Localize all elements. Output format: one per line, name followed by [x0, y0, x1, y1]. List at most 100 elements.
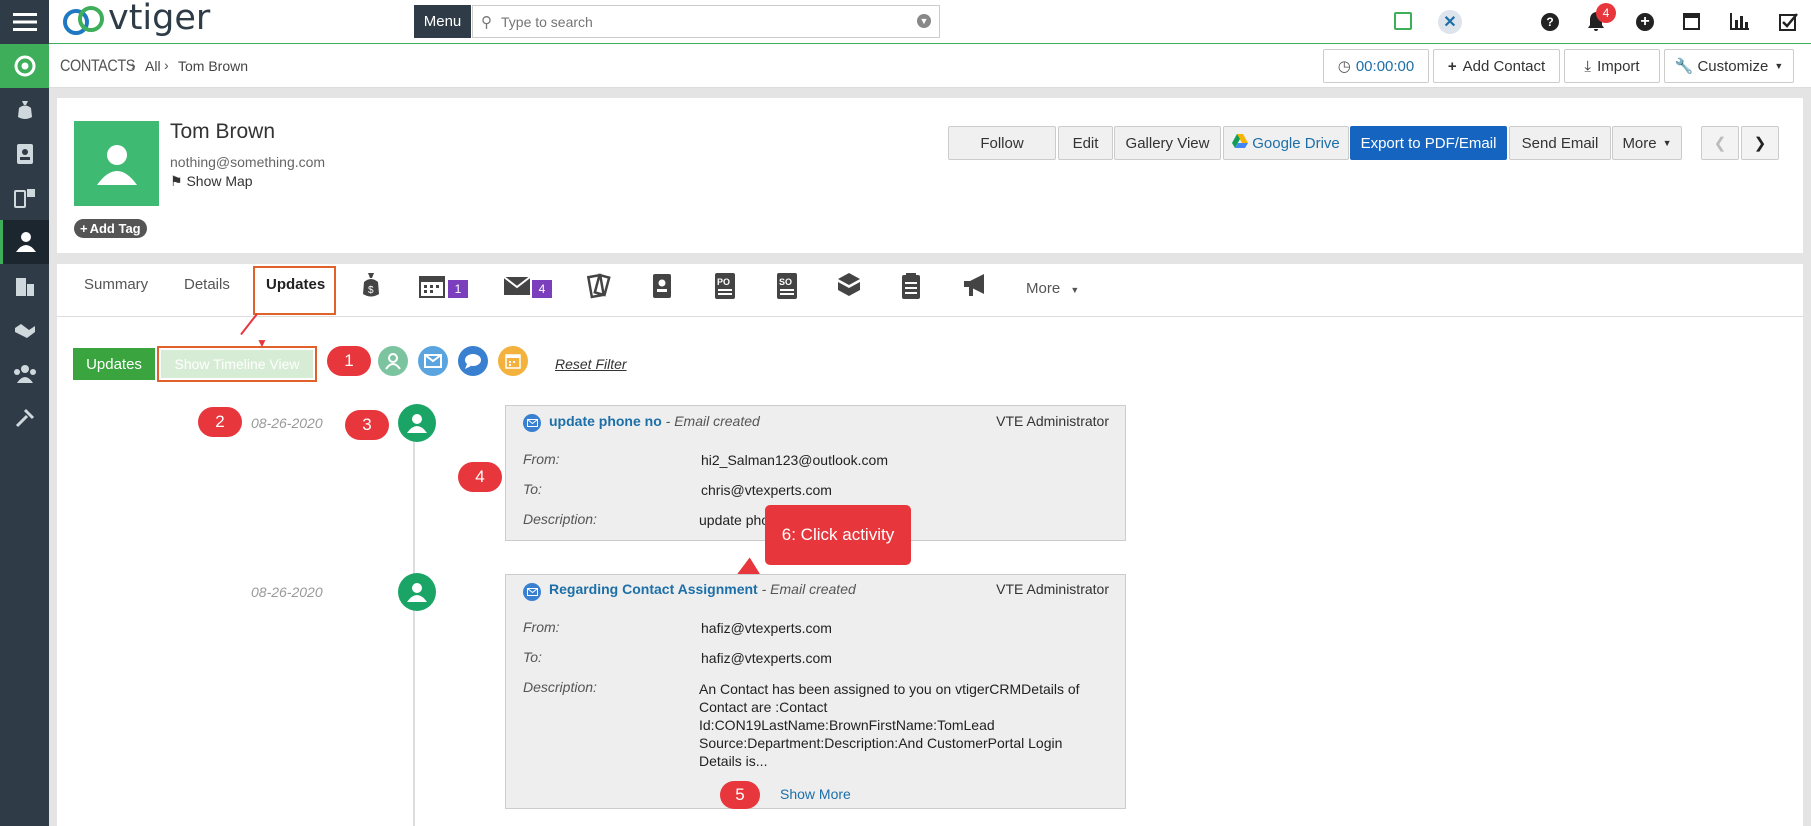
- global-search-box[interactable]: ⚲ ▼: [472, 5, 940, 38]
- clock-icon: ◷: [1337, 58, 1351, 75]
- annotation-marker-1: 1: [327, 346, 371, 376]
- tab-sales-orders-icon[interactable]: SO: [776, 272, 798, 305]
- caret-down-icon: ▼: [1070, 285, 1080, 295]
- plus-icon: +: [80, 221, 88, 236]
- filter-email-icon[interactable]: [418, 346, 448, 376]
- calendar-count-badge: 1: [448, 280, 468, 298]
- description-label: Description:: [523, 511, 597, 527]
- add-contact-button[interactable]: + Add Contact: [1433, 49, 1560, 83]
- help-icon[interactable]: ?: [1541, 13, 1559, 31]
- tab-tickets-icon[interactable]: [586, 273, 611, 304]
- tab-details[interactable]: Details: [184, 276, 230, 293]
- app-logo-text: vtiger: [108, 0, 211, 38]
- search-input[interactable]: [501, 10, 901, 34]
- annotation-marker-2: 2: [198, 407, 242, 437]
- app-sidebar: [0, 0, 49, 826]
- search-options-icon[interactable]: ▼: [917, 14, 931, 28]
- tab-opportunities-icon[interactable]: $: [361, 272, 381, 303]
- tab-summary[interactable]: Summary: [84, 276, 148, 293]
- description-value: update pho: [699, 512, 770, 528]
- breadcrumb-separator-icon: ›: [131, 57, 136, 73]
- x-app-icon[interactable]: ✕: [1438, 10, 1462, 34]
- filter-contact-icon[interactable]: [378, 346, 408, 376]
- breadcrumb-all[interactable]: All: [145, 58, 161, 74]
- export-pdf-email-button[interactable]: Export to PDF/Email: [1350, 126, 1507, 160]
- person-icon[interactable]: [0, 220, 49, 264]
- from-label: From:: [523, 619, 560, 635]
- arrow-head-icon: ▼: [256, 336, 268, 350]
- add-tag-button[interactable]: + Add Tag: [74, 219, 147, 238]
- show-map-link[interactable]: ⚑ Show Map: [170, 173, 253, 190]
- contacts-book-icon[interactable]: [0, 132, 49, 176]
- import-button[interactable]: ⤓ Import: [1564, 49, 1660, 83]
- hamburger-menu-icon[interactable]: [0, 0, 49, 44]
- team-icon[interactable]: [0, 352, 49, 396]
- tab-campaigns-icon[interactable]: [962, 272, 990, 303]
- annotation-marker-3: 3: [345, 410, 389, 440]
- tab-documents-icon[interactable]: [901, 272, 921, 305]
- activity-title-link[interactable]: update phone no: [549, 413, 662, 429]
- download-icon: ⤓: [1584, 57, 1592, 75]
- from-value: hi2_Salman123@outlook.com: [701, 452, 888, 468]
- previous-record-icon[interactable]: ❮: [1701, 126, 1739, 160]
- follow-button[interactable]: Follow: [948, 126, 1056, 160]
- activity-title-link[interactable]: Regarding Contact Assignment: [549, 581, 758, 597]
- calendar-icon[interactable]: [1683, 13, 1700, 30]
- timeline-line: [413, 425, 415, 826]
- tab-more-button[interactable]: More ▼: [1026, 280, 1079, 297]
- tab-calendar-icon[interactable]: [419, 274, 445, 303]
- tab-contacts-book-icon[interactable]: [652, 273, 672, 304]
- tab-products-icon[interactable]: [836, 272, 862, 303]
- more-actions-button[interactable]: More ▼: [1612, 126, 1682, 160]
- edit-button[interactable]: Edit: [1058, 126, 1113, 160]
- tools-icon[interactable]: [0, 396, 49, 440]
- menu-button[interactable]: Menu: [414, 5, 471, 38]
- show-timeline-view-button[interactable]: Show Timeline View: [161, 350, 313, 378]
- updates-view-button[interactable]: Updates: [73, 348, 155, 380]
- svg-text:$: $: [368, 285, 374, 296]
- annotation-marker-5: 5: [720, 781, 760, 809]
- show-more-link[interactable]: Show More: [780, 786, 851, 802]
- description-label: Description:: [523, 679, 597, 695]
- svg-text:PO: PO: [717, 277, 730, 287]
- to-label: To:: [523, 481, 542, 497]
- tab-purchase-orders-icon[interactable]: PO: [714, 272, 736, 305]
- send-email-button[interactable]: Send Email: [1509, 126, 1611, 160]
- quick-create-icon[interactable]: +: [1636, 13, 1654, 31]
- building-icon[interactable]: [0, 264, 49, 308]
- search-icon: ⚲: [481, 14, 492, 31]
- tab-updates[interactable]: Updates: [266, 276, 325, 293]
- activity-owner: VTE Administrator: [996, 581, 1109, 597]
- notification-count-badge: 4: [1596, 3, 1616, 23]
- tab-emails-icon[interactable]: [503, 276, 531, 301]
- google-drive-icon: [1232, 134, 1249, 152]
- tabs-divider: [57, 316, 1803, 317]
- customize-button[interactable]: 🔧 Customize ▼: [1664, 49, 1794, 83]
- timeline-activity-card[interactable]: Regarding Contact Assignment - Email cre…: [505, 574, 1126, 809]
- breadcrumb-separator-icon: ›: [164, 57, 169, 73]
- record-header-panel: [57, 98, 1803, 253]
- gallery-view-button[interactable]: Gallery View: [1114, 126, 1221, 160]
- to-value: chris@vtexperts.com: [701, 482, 832, 498]
- module-breadcrumb[interactable]: CONTACTS: [60, 56, 135, 76]
- filter-comment-icon[interactable]: [458, 346, 488, 376]
- calendar-check-icon[interactable]: [1394, 12, 1412, 30]
- reports-chart-icon[interactable]: [1730, 12, 1750, 35]
- money-bag-icon[interactable]: [0, 88, 49, 132]
- vtiger-logo-icon: [61, 2, 105, 40]
- filter-calendar-icon[interactable]: [498, 346, 528, 376]
- next-record-icon[interactable]: ❯: [1741, 126, 1779, 160]
- to-value: hafiz@vtexperts.com: [701, 650, 832, 666]
- handshake-icon[interactable]: [0, 308, 49, 352]
- callout-click-activity: 6: Click activity: [765, 505, 911, 565]
- svg-text:SO: SO: [779, 277, 792, 287]
- mobile-devices-icon[interactable]: [0, 176, 49, 220]
- record-email[interactable]: nothing@something.com: [170, 154, 325, 170]
- record-name: Tom Brown: [170, 120, 276, 143]
- home-icon[interactable]: [0, 44, 49, 88]
- google-drive-button[interactable]: Google Drive: [1223, 126, 1349, 160]
- tasks-checkbox-icon[interactable]: [1779, 12, 1799, 37]
- timer-button[interactable]: ◷ 00:00:00: [1323, 49, 1429, 83]
- reset-filter-link[interactable]: Reset Filter: [555, 356, 627, 372]
- from-label: From:: [523, 451, 560, 467]
